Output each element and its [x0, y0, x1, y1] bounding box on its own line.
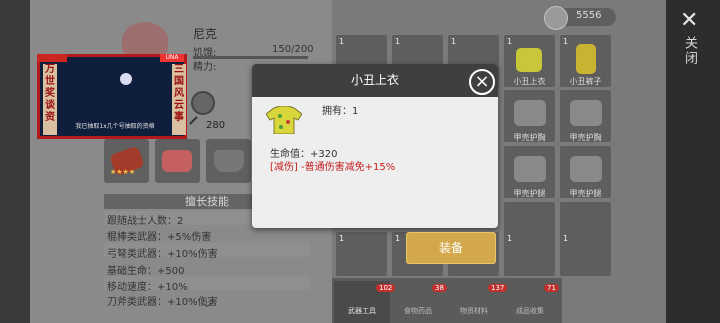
slot-count: 1	[339, 234, 345, 243]
weapon-stars: ★★★★	[110, 168, 136, 176]
stamina-label: 精力:	[193, 62, 217, 73]
equip-button[interactable]: 装备	[406, 232, 496, 264]
slot-count: 1	[395, 37, 401, 46]
ad-tag	[37, 54, 67, 62]
coin-icon	[544, 6, 568, 30]
character-avatar	[122, 22, 168, 58]
skill-badge-icon[interactable]	[191, 91, 215, 115]
shell-legs-icon	[570, 156, 602, 182]
dialog-title: 小丑上衣	[252, 64, 498, 97]
bird-icon	[162, 150, 192, 172]
tab-label: 物资材料	[460, 307, 488, 315]
character-name: 尼克	[193, 27, 218, 41]
skill-item: 移动速度：+10%	[107, 282, 188, 293]
tab-label: 武器工具	[348, 307, 376, 315]
slot-count: 1	[339, 37, 345, 46]
power-value: 280	[206, 120, 226, 131]
clown-shirt-icon	[266, 106, 302, 134]
skill-item: 跟随战士人数：2	[107, 216, 184, 227]
tab-label: 食物药品	[404, 307, 432, 315]
clown-shirt-icon	[516, 48, 542, 72]
currency-amount: 5556	[576, 10, 602, 21]
slot-label: 甲壳护腿	[513, 189, 546, 198]
ad-logo: UNA	[160, 54, 184, 62]
slot-count: 1	[563, 37, 569, 46]
slot-label: 小丑裤子	[569, 77, 602, 86]
slot-count: 1	[507, 234, 513, 243]
shell-legs-icon	[514, 156, 546, 182]
shell-chest-icon	[514, 100, 546, 126]
tab-badge: 71	[544, 284, 559, 292]
close-icon[interactable]: ✕	[680, 10, 698, 32]
hunger-value: 150/200	[272, 44, 314, 55]
slot-count: 1	[395, 234, 401, 243]
skill-item: 棍棒类武器：+5%伤害	[107, 232, 212, 243]
slot-label: 甲壳护胸	[513, 133, 546, 142]
armor-icon	[214, 150, 244, 172]
slot-label: 甲壳护胸	[569, 133, 602, 142]
slot-count: 1	[451, 37, 457, 46]
close-icon[interactable]: ×	[469, 69, 495, 95]
ad-right-text: 三国风云事	[172, 64, 186, 135]
slot-count: 1	[507, 37, 513, 46]
owned-count: 拥有：1	[322, 106, 359, 117]
slot-label: 小丑上衣	[513, 77, 546, 86]
reduction-stat: [减伤] -普通伤害减免+15%	[270, 162, 396, 173]
close-label[interactable]: 关闭	[680, 36, 699, 66]
shell-chest-icon	[570, 100, 602, 126]
skill-item: 弓弩类武器：+10%伤害	[107, 249, 218, 260]
ad-left-text: 万世奖谈资	[43, 64, 57, 135]
chevron-down-icon[interactable]: ﹀	[200, 299, 214, 319]
moon-icon	[120, 73, 132, 85]
ad-caption: 我已抽取1x几个号抽取的资格	[75, 123, 155, 130]
clown-pants-icon	[576, 44, 596, 74]
slot-count: 1	[563, 234, 569, 243]
skill-item: 基础生命：+500	[107, 266, 185, 277]
left-border	[0, 0, 30, 323]
tab-badge: 38	[432, 284, 447, 292]
slot-label: 甲壳护腿	[569, 189, 602, 198]
tab-label: 成品收集	[516, 307, 544, 315]
